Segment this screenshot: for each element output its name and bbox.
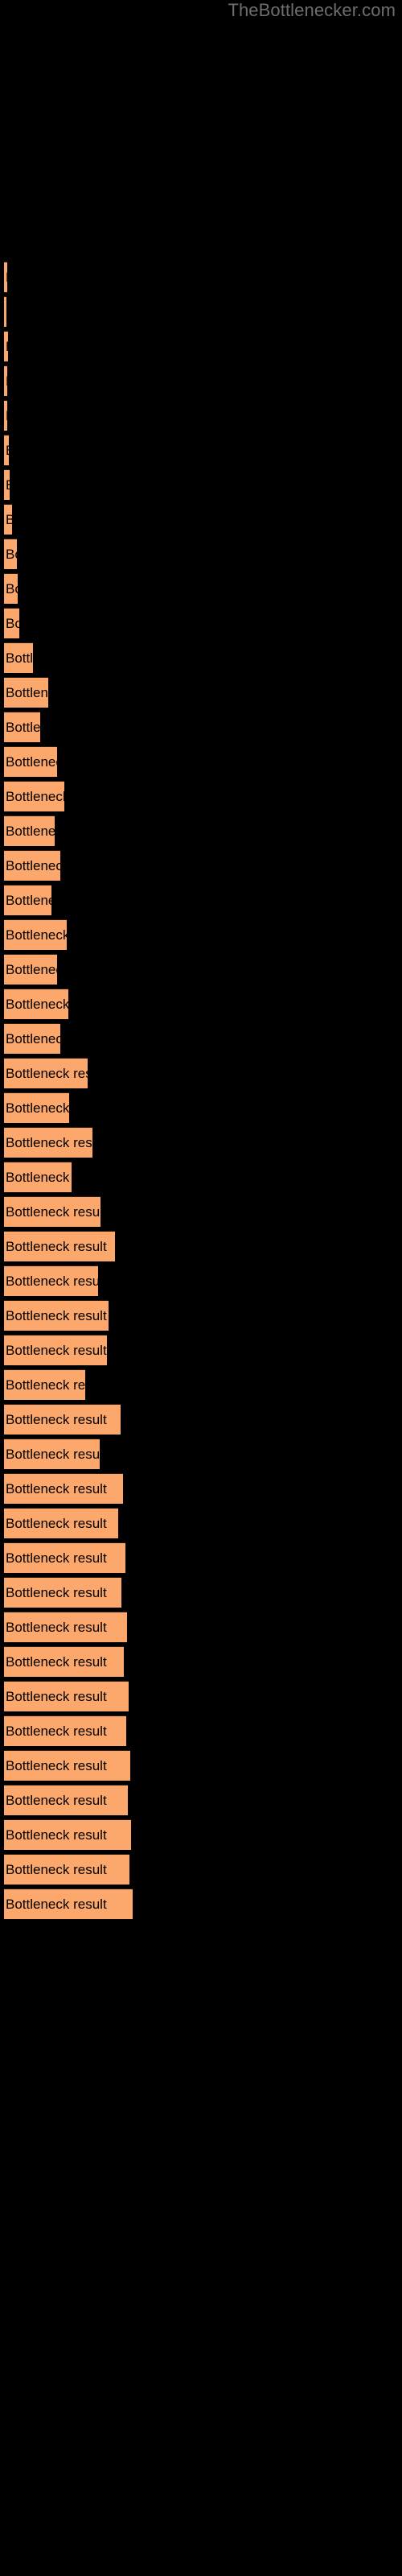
- bar[interactable]: Bottleneck result: [4, 435, 9, 465]
- bar-label: Bottleneck result: [6, 616, 19, 631]
- bar-label: Bottleneck result: [6, 1170, 72, 1185]
- page-root: TheBottlenecker.com Bottleneck resultBot…: [0, 0, 402, 2576]
- bar-label: Bottleneck result: [6, 824, 55, 839]
- bar-label: Bottleneck result: [6, 1793, 107, 1808]
- bar[interactable]: Bottleneck result: [4, 1162, 72, 1192]
- bar-label: Bottleneck result: [6, 1066, 88, 1081]
- bar[interactable]: Bottleneck result: [4, 677, 48, 708]
- bar[interactable]: Bottleneck result: [4, 1646, 124, 1677]
- bar-label: Bottleneck result: [6, 685, 48, 700]
- bar-label: Bottleneck result: [6, 1516, 107, 1531]
- bar-label: Bottleneck result: [6, 1135, 92, 1150]
- bar-label: Bottleneck result: [6, 1689, 107, 1704]
- bar[interactable]: Bottleneck result: [4, 1369, 85, 1400]
- bar-label: Bottleneck result: [6, 401, 7, 431]
- bar[interactable]: Bottleneck result: [4, 1715, 126, 1746]
- bar[interactable]: Bottleneck result: [4, 1577, 121, 1608]
- bar[interactable]: Bottleneck result: [4, 331, 8, 361]
- bar[interactable]: Bottleneck result: [4, 1854, 129, 1885]
- bar-label: Bottleneck result: [6, 547, 17, 562]
- bar-label: Bottleneck result: [6, 1308, 107, 1323]
- bar-label: Bottleneck result: [6, 1481, 107, 1496]
- bar-label: Bottleneck result: [6, 262, 7, 292]
- bar[interactable]: Bottleneck result: [4, 1750, 130, 1781]
- bar[interactable]: Bottleneck result: [4, 1335, 107, 1365]
- bar[interactable]: Bottleneck result: [4, 746, 57, 777]
- bar[interactable]: Bottleneck result: [4, 365, 7, 396]
- bar-label: Bottleneck result: [6, 1343, 107, 1358]
- bar[interactable]: Bottleneck result: [4, 1231, 115, 1261]
- bar-label: Bottleneck result: [6, 997, 68, 1012]
- bar-label: Bottleneck result: [6, 1550, 107, 1566]
- bar[interactable]: Bottleneck result: [4, 1196, 100, 1227]
- bar-label: Bottleneck result: [6, 505, 12, 535]
- bar-label: Bottleneck result: [6, 436, 9, 465]
- bar-label: Bottleneck result: [6, 754, 57, 770]
- bar-label: Bottleneck result: [6, 366, 7, 396]
- bar-label: Bottleneck result: [6, 893, 51, 908]
- bar[interactable]: Bottleneck result: [4, 1473, 123, 1504]
- bar[interactable]: Bottleneck result: [4, 400, 7, 431]
- bar[interactable]: Bottleneck result: [4, 1819, 131, 1850]
- bar[interactable]: Bottleneck result: [4, 989, 68, 1019]
- bar-label: Bottleneck result: [6, 1897, 107, 1912]
- bar-label: Bottleneck result: [6, 1377, 85, 1393]
- bar-label: Bottleneck result: [6, 789, 64, 804]
- bar[interactable]: Bottleneck result: [4, 573, 18, 604]
- bar[interactable]: Bottleneck result: [4, 1404, 121, 1435]
- bar-label: Bottleneck result: [6, 1274, 98, 1289]
- bar[interactable]: Bottleneck result: [4, 469, 10, 500]
- bar-label: Bottleneck result: [6, 720, 40, 735]
- bar[interactable]: Bottleneck result: [4, 539, 17, 569]
- bar[interactable]: Bottleneck result: [4, 885, 51, 915]
- bar[interactable]: Bottleneck result: [4, 1508, 118, 1538]
- bar[interactable]: Bottleneck result: [4, 815, 55, 846]
- bar[interactable]: Bottleneck result: [4, 954, 57, 985]
- bar-label: Bottleneck result: [6, 1654, 107, 1670]
- bar-label: Bottleneck result: [6, 1827, 107, 1843]
- bar-label: Bottleneck result: [6, 470, 10, 500]
- bar-label: Bottleneck result: [6, 1862, 107, 1877]
- bar-label: Bottleneck result: [6, 1204, 100, 1220]
- bar-label: Bottleneck result: [6, 1585, 107, 1600]
- bar[interactable]: Bottleneck result: [4, 1265, 98, 1296]
- bar[interactable]: Bottleneck result: [4, 850, 60, 881]
- bar-label: Bottleneck result: [6, 650, 33, 666]
- bar-label: Bottleneck result: [6, 581, 18, 597]
- bar-label: Bottleneck result: [6, 1031, 60, 1046]
- bar[interactable]: Bottleneck result: [4, 781, 64, 811]
- bar[interactable]: Bottleneck result: [4, 1058, 88, 1088]
- bar[interactable]: Bottleneck result: [4, 1612, 127, 1642]
- bar-label: Bottleneck result: [6, 927, 67, 943]
- bar[interactable]: Bottleneck result: [4, 296, 6, 327]
- bar[interactable]: Bottleneck result: [4, 504, 12, 535]
- bar[interactable]: Bottleneck result: [4, 262, 7, 292]
- bar[interactable]: Bottleneck result: [4, 1439, 100, 1469]
- bar[interactable]: Bottleneck result: [4, 1092, 69, 1123]
- bar[interactable]: Bottleneck result: [4, 642, 33, 673]
- bar-label: Bottleneck result: [6, 1100, 69, 1116]
- bar[interactable]: Bottleneck result: [4, 919, 67, 950]
- bar-label: Bottleneck result: [6, 962, 57, 977]
- bar-label: Bottleneck result: [6, 1758, 107, 1773]
- bar[interactable]: Bottleneck result: [4, 1542, 125, 1573]
- bar[interactable]: Bottleneck result: [4, 1889, 133, 1919]
- bar[interactable]: Bottleneck result: [4, 608, 19, 638]
- bar-label: Bottleneck result: [6, 1239, 107, 1254]
- bar-label: Bottleneck result: [6, 1724, 107, 1739]
- bar-label: Bottleneck result: [6, 858, 60, 873]
- bar[interactable]: Bottleneck result: [4, 1785, 128, 1815]
- bar-label: Bottleneck result: [6, 1447, 100, 1462]
- bar-chart: Bottleneck result Bottleneck result Bottle…: [0, 0, 402, 2576]
- bar[interactable]: Bottleneck result: [4, 712, 40, 742]
- bar[interactable]: Bottleneck result: [4, 1300, 109, 1331]
- bar[interactable]: Bottleneck result: [4, 1127, 92, 1158]
- bar-label: Bottleneck result: [6, 1412, 107, 1427]
- bar-label: Bottleneck result: [6, 1620, 107, 1635]
- bar[interactable]: Bottleneck result: [4, 1023, 60, 1054]
- bar[interactable]: Bottleneck result: [4, 1681, 129, 1711]
- bar-label: Bottleneck result: [6, 332, 8, 361]
